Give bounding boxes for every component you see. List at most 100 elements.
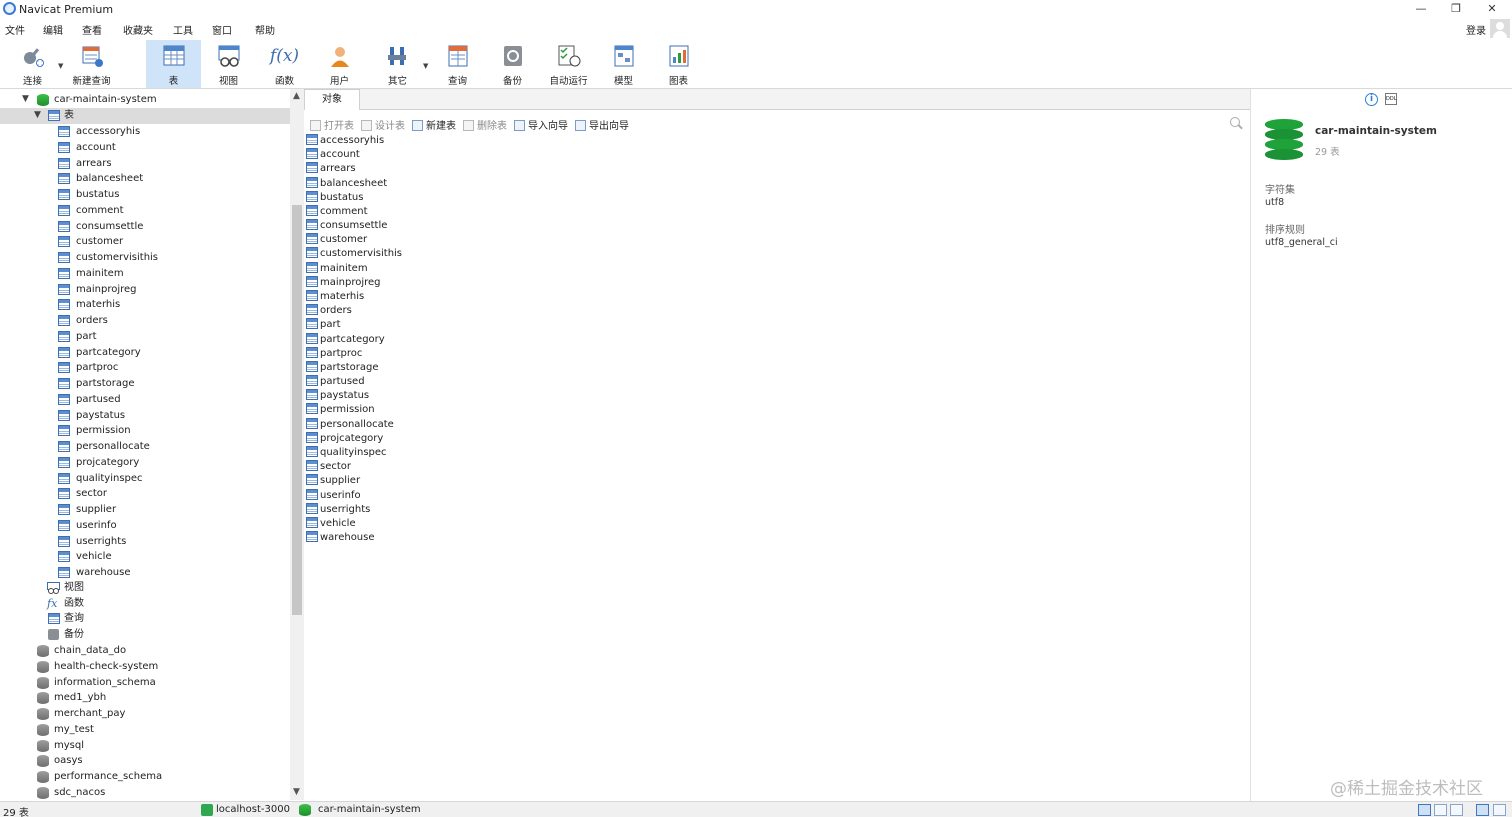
object-list-item[interactable]: orders: [306, 304, 352, 318]
object-list-item[interactable]: warehouse: [306, 531, 375, 545]
info-pane-toggle-icon[interactable]: [1476, 804, 1489, 816]
other-dropdown-icon[interactable]: ▼: [423, 62, 428, 70]
tree-table-item[interactable]: mainprojreg: [0, 282, 290, 298]
tree-database-node[interactable]: ▼ car-maintain-system: [0, 92, 290, 108]
tree-database-item[interactable]: performance_schema: [0, 769, 290, 785]
object-list-item[interactable]: partproc: [306, 346, 362, 361]
tree-database-item[interactable]: mysql: [0, 738, 290, 754]
tree-table-item[interactable]: customer: [0, 234, 290, 250]
tree-table-item[interactable]: bustatus: [0, 187, 290, 203]
list-view-icon[interactable]: [1434, 804, 1447, 816]
connect-dropdown-icon[interactable]: ▼: [58, 62, 63, 70]
object-list-item[interactable]: partused: [306, 375, 365, 389]
ddl-icon[interactable]: DDL: [1385, 93, 1397, 105]
object-list-item[interactable]: account: [306, 148, 360, 162]
tree-table-item[interactable]: sector: [0, 486, 290, 502]
tree-scrollbar[interactable]: ▲ ▼: [290, 89, 304, 800]
tree-database-item[interactable]: health-check-system: [0, 659, 290, 675]
collapse-arrow-icon[interactable]: ▼: [22, 92, 29, 108]
minimize-button[interactable]: —: [1403, 0, 1439, 19]
tree-table-item[interactable]: personallocate: [0, 439, 290, 455]
function-button[interactable]: f(x) 函数: [257, 40, 312, 88]
tree-table-item[interactable]: partproc: [0, 360, 290, 376]
query-button[interactable]: 查询: [430, 40, 485, 88]
collapse-arrow-icon[interactable]: ▼: [34, 108, 41, 124]
chart-button[interactable]: 图表: [651, 40, 706, 88]
object-list-item[interactable]: userinfo: [306, 488, 361, 503]
tree-table-item[interactable]: arrears: [0, 156, 290, 172]
tree-table-item[interactable]: userrights: [0, 534, 290, 550]
tree-database-item[interactable]: med1_ybh: [0, 690, 290, 706]
object-list-item[interactable]: mainprojreg: [306, 275, 381, 290]
tree-tables-node[interactable]: ▼ 表: [0, 108, 290, 124]
table-button[interactable]: 表: [146, 40, 201, 88]
tree-database-item[interactable]: merchant_pay: [0, 706, 290, 722]
tree-table-item[interactable]: mainitem: [0, 266, 290, 282]
object-list-item[interactable]: part: [306, 318, 341, 332]
scroll-up-icon[interactable]: ▲: [293, 91, 300, 101]
tree-table-item[interactable]: customervisithis: [0, 250, 290, 266]
scrollbar-thumb[interactable]: [292, 205, 302, 615]
object-list-item[interactable]: partstorage: [306, 360, 379, 375]
object-list-item[interactable]: comment: [306, 204, 368, 219]
connect-button[interactable]: 连接: [5, 40, 60, 88]
user-button[interactable]: 用户: [312, 40, 367, 88]
object-list-item[interactable]: balancesheet: [306, 176, 387, 191]
menu-favorites[interactable]: 收藏夹: [123, 22, 153, 37]
new-query-button[interactable]: 新建查询: [64, 40, 119, 88]
object-list-item[interactable]: userrights: [306, 502, 370, 517]
object-list-item[interactable]: sector: [306, 460, 351, 474]
tree-table-item[interactable]: qualityinspec: [0, 471, 290, 487]
side-pane-toggle-icon[interactable]: [1493, 804, 1506, 816]
object-list-item[interactable]: permission: [306, 403, 375, 417]
open-table-button[interactable]: 打开表: [310, 117, 354, 132]
tree-database-item[interactable]: oasys: [0, 753, 290, 769]
tree-database-item[interactable]: my_test: [0, 722, 290, 738]
tree-table-item[interactable]: permission: [0, 423, 290, 439]
new-table-button[interactable]: 新建表: [412, 117, 456, 132]
model-button[interactable]: 模型: [596, 40, 651, 88]
tab-objects[interactable]: 对象: [304, 89, 360, 110]
tree-table-item[interactable]: supplier: [0, 502, 290, 518]
tree-table-item[interactable]: projcategory: [0, 455, 290, 471]
object-list-item[interactable]: arrears: [306, 162, 356, 176]
design-table-button[interactable]: 设计表: [361, 117, 405, 132]
object-list-item[interactable]: partcategory: [306, 332, 385, 347]
maximize-button[interactable]: ❐: [1438, 0, 1474, 19]
tree-table-item[interactable]: comment: [0, 203, 290, 219]
menu-tools[interactable]: 工具: [173, 22, 193, 37]
tree-backups-node[interactable]: 备份: [0, 627, 290, 643]
object-list-item[interactable]: customer: [306, 233, 367, 247]
avatar-icon[interactable]: [1490, 19, 1510, 38]
tree-table-item[interactable]: materhis: [0, 297, 290, 313]
tree-table-item[interactable]: balancesheet: [0, 171, 290, 187]
other-button[interactable]: 其它: [370, 40, 425, 88]
tree-table-item[interactable]: vehicle: [0, 549, 290, 565]
object-list-item[interactable]: materhis: [306, 289, 364, 304]
tree-table-item[interactable]: paystatus: [0, 408, 290, 424]
tree-table-item[interactable]: accessoryhis: [0, 124, 290, 140]
tree-database-item[interactable]: chain_data_do: [0, 643, 290, 659]
menu-help[interactable]: 帮助: [255, 22, 275, 37]
tree-table-item[interactable]: account: [0, 140, 290, 156]
tree-table-item[interactable]: orders: [0, 313, 290, 329]
delete-table-button[interactable]: 删除表: [463, 117, 507, 132]
menu-edit[interactable]: 编辑: [43, 22, 63, 37]
menu-file[interactable]: 文件: [5, 22, 25, 37]
detail-view-icon[interactable]: [1450, 804, 1463, 816]
search-icon[interactable]: [1230, 117, 1240, 127]
tree-database-item[interactable]: information_schema: [0, 675, 290, 691]
tree-functions-node[interactable]: fx 函数: [0, 596, 290, 612]
view-button[interactable]: 视图: [201, 40, 256, 88]
object-list-item[interactable]: paystatus: [306, 389, 369, 403]
tree-table-item[interactable]: part: [0, 329, 290, 345]
menu-view[interactable]: 查看: [82, 22, 102, 37]
connection-tree[interactable]: ▼ car-maintain-system ▼ 表 accessoryhis ac…: [0, 89, 290, 800]
object-list[interactable]: accessoryhis account arrears balancesheet bu…: [304, 133, 1250, 801]
object-list-item[interactable]: accessoryhis: [306, 134, 384, 148]
object-list-item[interactable]: projcategory: [306, 431, 383, 446]
object-list-item[interactable]: mainitem: [306, 261, 368, 276]
tree-table-item[interactable]: partstorage: [0, 376, 290, 392]
close-button[interactable]: ✕: [1474, 0, 1510, 19]
object-list-item[interactable]: bustatus: [306, 190, 363, 205]
